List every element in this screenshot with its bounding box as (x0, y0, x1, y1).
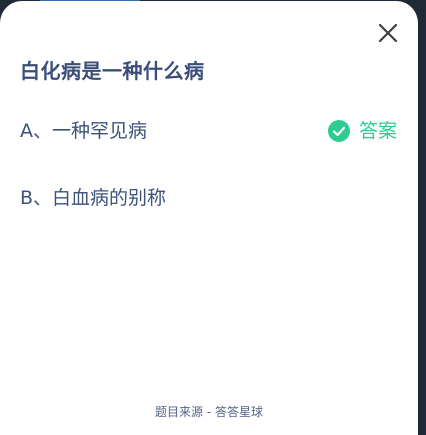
answer-tag: 答案 (328, 120, 398, 142)
answer-label: 答案 (359, 120, 398, 142)
question-source: 题目来源 - 答答星球 (155, 405, 263, 419)
option-a[interactable]: A、一种罕见病 答案 (20, 116, 400, 146)
close-icon (378, 23, 398, 43)
check-circle-icon (328, 120, 350, 142)
background-edge (418, 0, 426, 435)
question-title: 白化病是一种什么病 (20, 59, 205, 83)
option-b-label: B、白血病的别称 (20, 187, 167, 209)
question-sheet: 白化病是一种什么病 A、一种罕见病 答案 B、白血病的别称 题目来源 - 答答星… (0, 1, 418, 435)
option-a-label: A、一种罕见病 (20, 120, 147, 142)
option-b[interactable]: B、白血病的别称 (20, 183, 400, 213)
close-button[interactable] (375, 20, 401, 46)
